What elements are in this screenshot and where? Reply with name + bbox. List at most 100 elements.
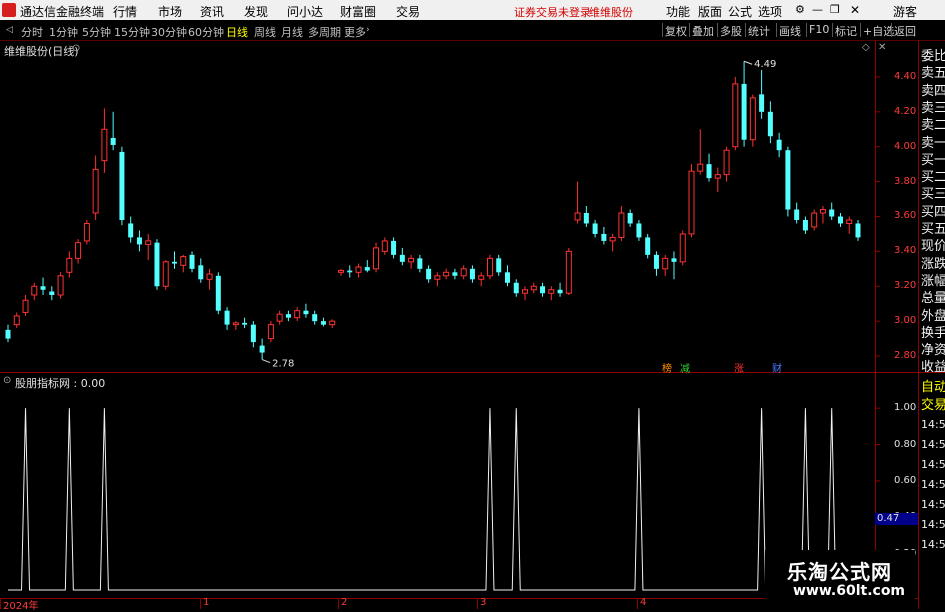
candle — [224, 307, 230, 330]
candle — [837, 213, 843, 227]
watermark-title: 乐淘公式网 — [787, 560, 892, 584]
quote-field-label: 委比 — [921, 49, 945, 64]
candle — [31, 282, 38, 301]
date-label: 4 — [640, 597, 647, 608]
candle — [162, 260, 169, 290]
kline-chart: 4.49 2.78 — [0, 41, 918, 609]
candle — [618, 206, 625, 241]
candle — [119, 146, 125, 226]
candle — [846, 216, 853, 234]
indicator-value-tag: 0.47 — [875, 513, 919, 525]
candle — [259, 338, 265, 360]
tick-time: 14:56 — [921, 418, 945, 431]
tick-time: 14:56 — [921, 438, 945, 451]
side-separator — [919, 372, 945, 373]
candle — [101, 108, 108, 173]
candle — [671, 251, 677, 280]
candle — [522, 286, 529, 301]
quote-field-label: 买二 — [921, 170, 945, 186]
candle — [548, 286, 555, 301]
indicator-tick-label: 0.60 — [894, 474, 917, 486]
price-tick-label: 4.20 — [894, 105, 917, 117]
candle — [136, 230, 142, 252]
candle — [267, 321, 274, 343]
candle — [679, 230, 686, 266]
candle — [486, 254, 493, 280]
candle — [627, 209, 633, 227]
candle — [399, 247, 405, 266]
candle — [723, 146, 730, 182]
quote-field-label: 涨幅 — [921, 273, 945, 289]
price-tick-label: 3.40 — [894, 245, 917, 257]
candle — [312, 310, 318, 325]
quote-field-label: 卖二 — [921, 118, 945, 134]
high-label: 4.49 — [754, 59, 776, 70]
candle — [478, 272, 485, 287]
candle — [49, 286, 55, 301]
date-label: 2024年 — [3, 601, 39, 612]
date-label: 3 — [480, 597, 487, 608]
auto-trade-toggle[interactable]: 自动 — [921, 376, 945, 395]
candle — [565, 247, 572, 295]
tick-time: 14:56 — [921, 458, 945, 471]
candle — [250, 321, 256, 348]
candle — [434, 272, 441, 287]
candle — [92, 155, 99, 220]
candle — [645, 233, 651, 259]
candle — [154, 239, 160, 290]
candle — [294, 307, 301, 322]
date-label: 1 — [203, 597, 210, 608]
candle — [329, 319, 336, 329]
candle — [785, 146, 791, 217]
candle — [426, 265, 432, 283]
candle — [513, 279, 519, 297]
indicator-tick-label: 1.00 — [894, 402, 917, 414]
candle — [732, 76, 739, 151]
high-pointer — [743, 60, 753, 65]
candle — [242, 317, 248, 329]
candle — [276, 310, 283, 325]
candle — [749, 94, 756, 147]
candle — [320, 317, 326, 327]
candle — [583, 206, 589, 227]
price-tick-label: 4.00 — [894, 140, 917, 152]
event-badge[interactable]: 减 — [680, 360, 690, 375]
candle — [636, 219, 642, 241]
candle — [364, 260, 370, 273]
quote-field-label: 现价 — [921, 239, 945, 255]
quote-field-label: 总量 — [921, 291, 945, 307]
candle — [180, 254, 187, 273]
quote-field-label: 买四 — [921, 204, 945, 220]
candle — [706, 153, 712, 182]
candle — [189, 251, 195, 273]
quote-field-label: 买三 — [921, 187, 945, 203]
candle — [128, 216, 134, 243]
candle — [110, 111, 116, 151]
candle — [391, 237, 397, 259]
event-badge[interactable]: 财 — [772, 360, 782, 375]
tick-time: 14:56 — [921, 538, 945, 551]
candle — [83, 219, 90, 245]
date-label: 2 — [341, 597, 348, 608]
candle — [75, 239, 82, 264]
candle — [417, 254, 423, 273]
quote-field-label: 买五 — [921, 222, 945, 237]
candle — [829, 202, 835, 220]
candle — [697, 129, 704, 175]
event-badge[interactable]: 榜 — [662, 360, 672, 375]
tick-time: 14:56 — [921, 478, 945, 491]
indicator-options-icon[interactable]: ⊙ — [3, 375, 11, 386]
indicator-title: 股朋指标网 : 0.00 — [15, 377, 106, 390]
event-badge[interactable]: 涨 — [734, 360, 744, 375]
candle — [601, 226, 607, 245]
indicator-tick-label: 0.80 — [894, 438, 917, 450]
candle — [469, 265, 475, 283]
quote-field-label: 净资 — [921, 343, 945, 359]
candle — [206, 268, 213, 290]
candle — [145, 233, 152, 261]
candle — [540, 282, 546, 297]
candle — [198, 258, 204, 283]
trade-label[interactable]: 交易 — [921, 394, 945, 413]
candle — [759, 69, 765, 119]
candle — [855, 219, 861, 241]
